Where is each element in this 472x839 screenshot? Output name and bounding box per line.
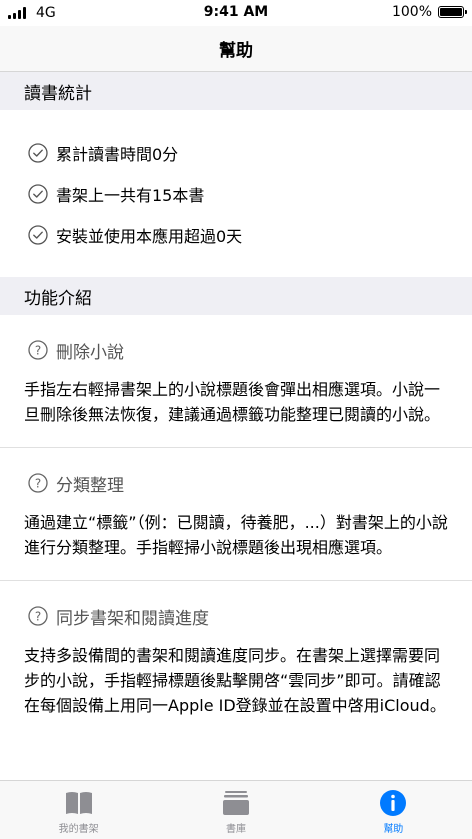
tab-label: 書庫 xyxy=(225,824,246,835)
info-icon xyxy=(380,790,407,816)
status-right: 100% xyxy=(391,4,467,20)
stat-label: 安裝並使用本應用超過0天 xyxy=(56,226,243,246)
checkmark-circle-icon xyxy=(28,142,48,163)
checkmark-circle-icon xyxy=(28,224,48,245)
tab-bar: 我的書架 書庫 幫助 xyxy=(0,780,472,839)
svg-text:?: ? xyxy=(35,344,41,358)
question-circle-icon: ? xyxy=(28,473,48,493)
tab-library[interactable]: 書庫 xyxy=(157,781,314,839)
stat-label: 累計讀書時間0分 xyxy=(56,144,179,164)
page-title: 幫助 xyxy=(219,41,253,61)
feature-sync: ? 同步書架和閱讀進度 支持多設備間的書架和閱讀進度同步。在書架上選擇需要同步的… xyxy=(0,581,472,738)
feature-title: 分類整理 xyxy=(56,475,124,496)
book-icon xyxy=(65,792,92,814)
feature-title-row: ? 刪除小說 xyxy=(28,335,448,365)
battery-icon xyxy=(438,6,467,18)
library-icon xyxy=(222,791,249,815)
help-content[interactable]: 讀書統計 累計讀書時間0分 書架上一共有15本書 安裝並使用本應用超過0天 功能… xyxy=(0,72,472,780)
checkmark-circle-icon xyxy=(28,183,48,204)
feature-categorize: ? 分類整理 通過建立“標籤”（例：已閱讀，待養肥，...）對書架上的小說進行分… xyxy=(0,448,472,581)
stats-list: 累計讀書時間0分 書架上一共有15本書 安裝並使用本應用超過0天 xyxy=(0,110,472,277)
stat-label: 書架上一共有15本書 xyxy=(56,185,205,205)
feature-description: 手指左右輕掃書架上的小說標題後會彈出相應選項。小說一旦刪除後無法恢復，建議通過標… xyxy=(24,380,441,424)
stat-row-book-count: 書架上一共有15本書 xyxy=(0,173,472,214)
feature-description: 通過建立“標籤”（例：已閱讀，待養肥，...）對書架上的小說進行分類整理。手指輕… xyxy=(24,513,448,557)
navigation-bar: 幫助 xyxy=(0,26,472,72)
feature-title: 刪除小說 xyxy=(56,342,124,363)
tab-label: 我的書架 xyxy=(58,824,99,835)
feature-delete-novel: ? 刪除小說 手指左右輕掃書架上的小說標題後會彈出相應選項。小說一旦刪除後無法恢… xyxy=(0,315,472,448)
tab-help[interactable]: 幫助 xyxy=(315,781,472,839)
feature-title-row: ? 同步書架和閱讀進度 xyxy=(28,601,448,631)
question-circle-icon: ? xyxy=(28,340,48,360)
features-section-header: 功能介紹 xyxy=(0,277,472,315)
status-bar: 4G 9:41 AM 100% xyxy=(0,0,472,26)
stats-section-header: 讀書統計 xyxy=(0,72,472,110)
question-circle-icon: ? xyxy=(28,606,48,626)
feature-description: 支持多設備間的書架和閱讀進度同步。在書架上選擇需要同步的小說，手指輕掃標題後點擊… xyxy=(24,646,446,715)
svg-text:?: ? xyxy=(35,477,41,491)
stat-row-reading-time: 累計讀書時間0分 xyxy=(0,132,472,173)
battery-percent: 100% xyxy=(391,4,432,20)
feature-title-row: ? 分類整理 xyxy=(28,468,448,498)
svg-text:?: ? xyxy=(35,610,41,624)
tab-my-bookshelf[interactable]: 我的書架 xyxy=(0,781,157,839)
stat-row-install-days: 安裝並使用本應用超過0天 xyxy=(0,214,472,255)
tab-label: 幫助 xyxy=(383,824,404,835)
feature-title: 同步書架和閱讀進度 xyxy=(56,608,209,629)
